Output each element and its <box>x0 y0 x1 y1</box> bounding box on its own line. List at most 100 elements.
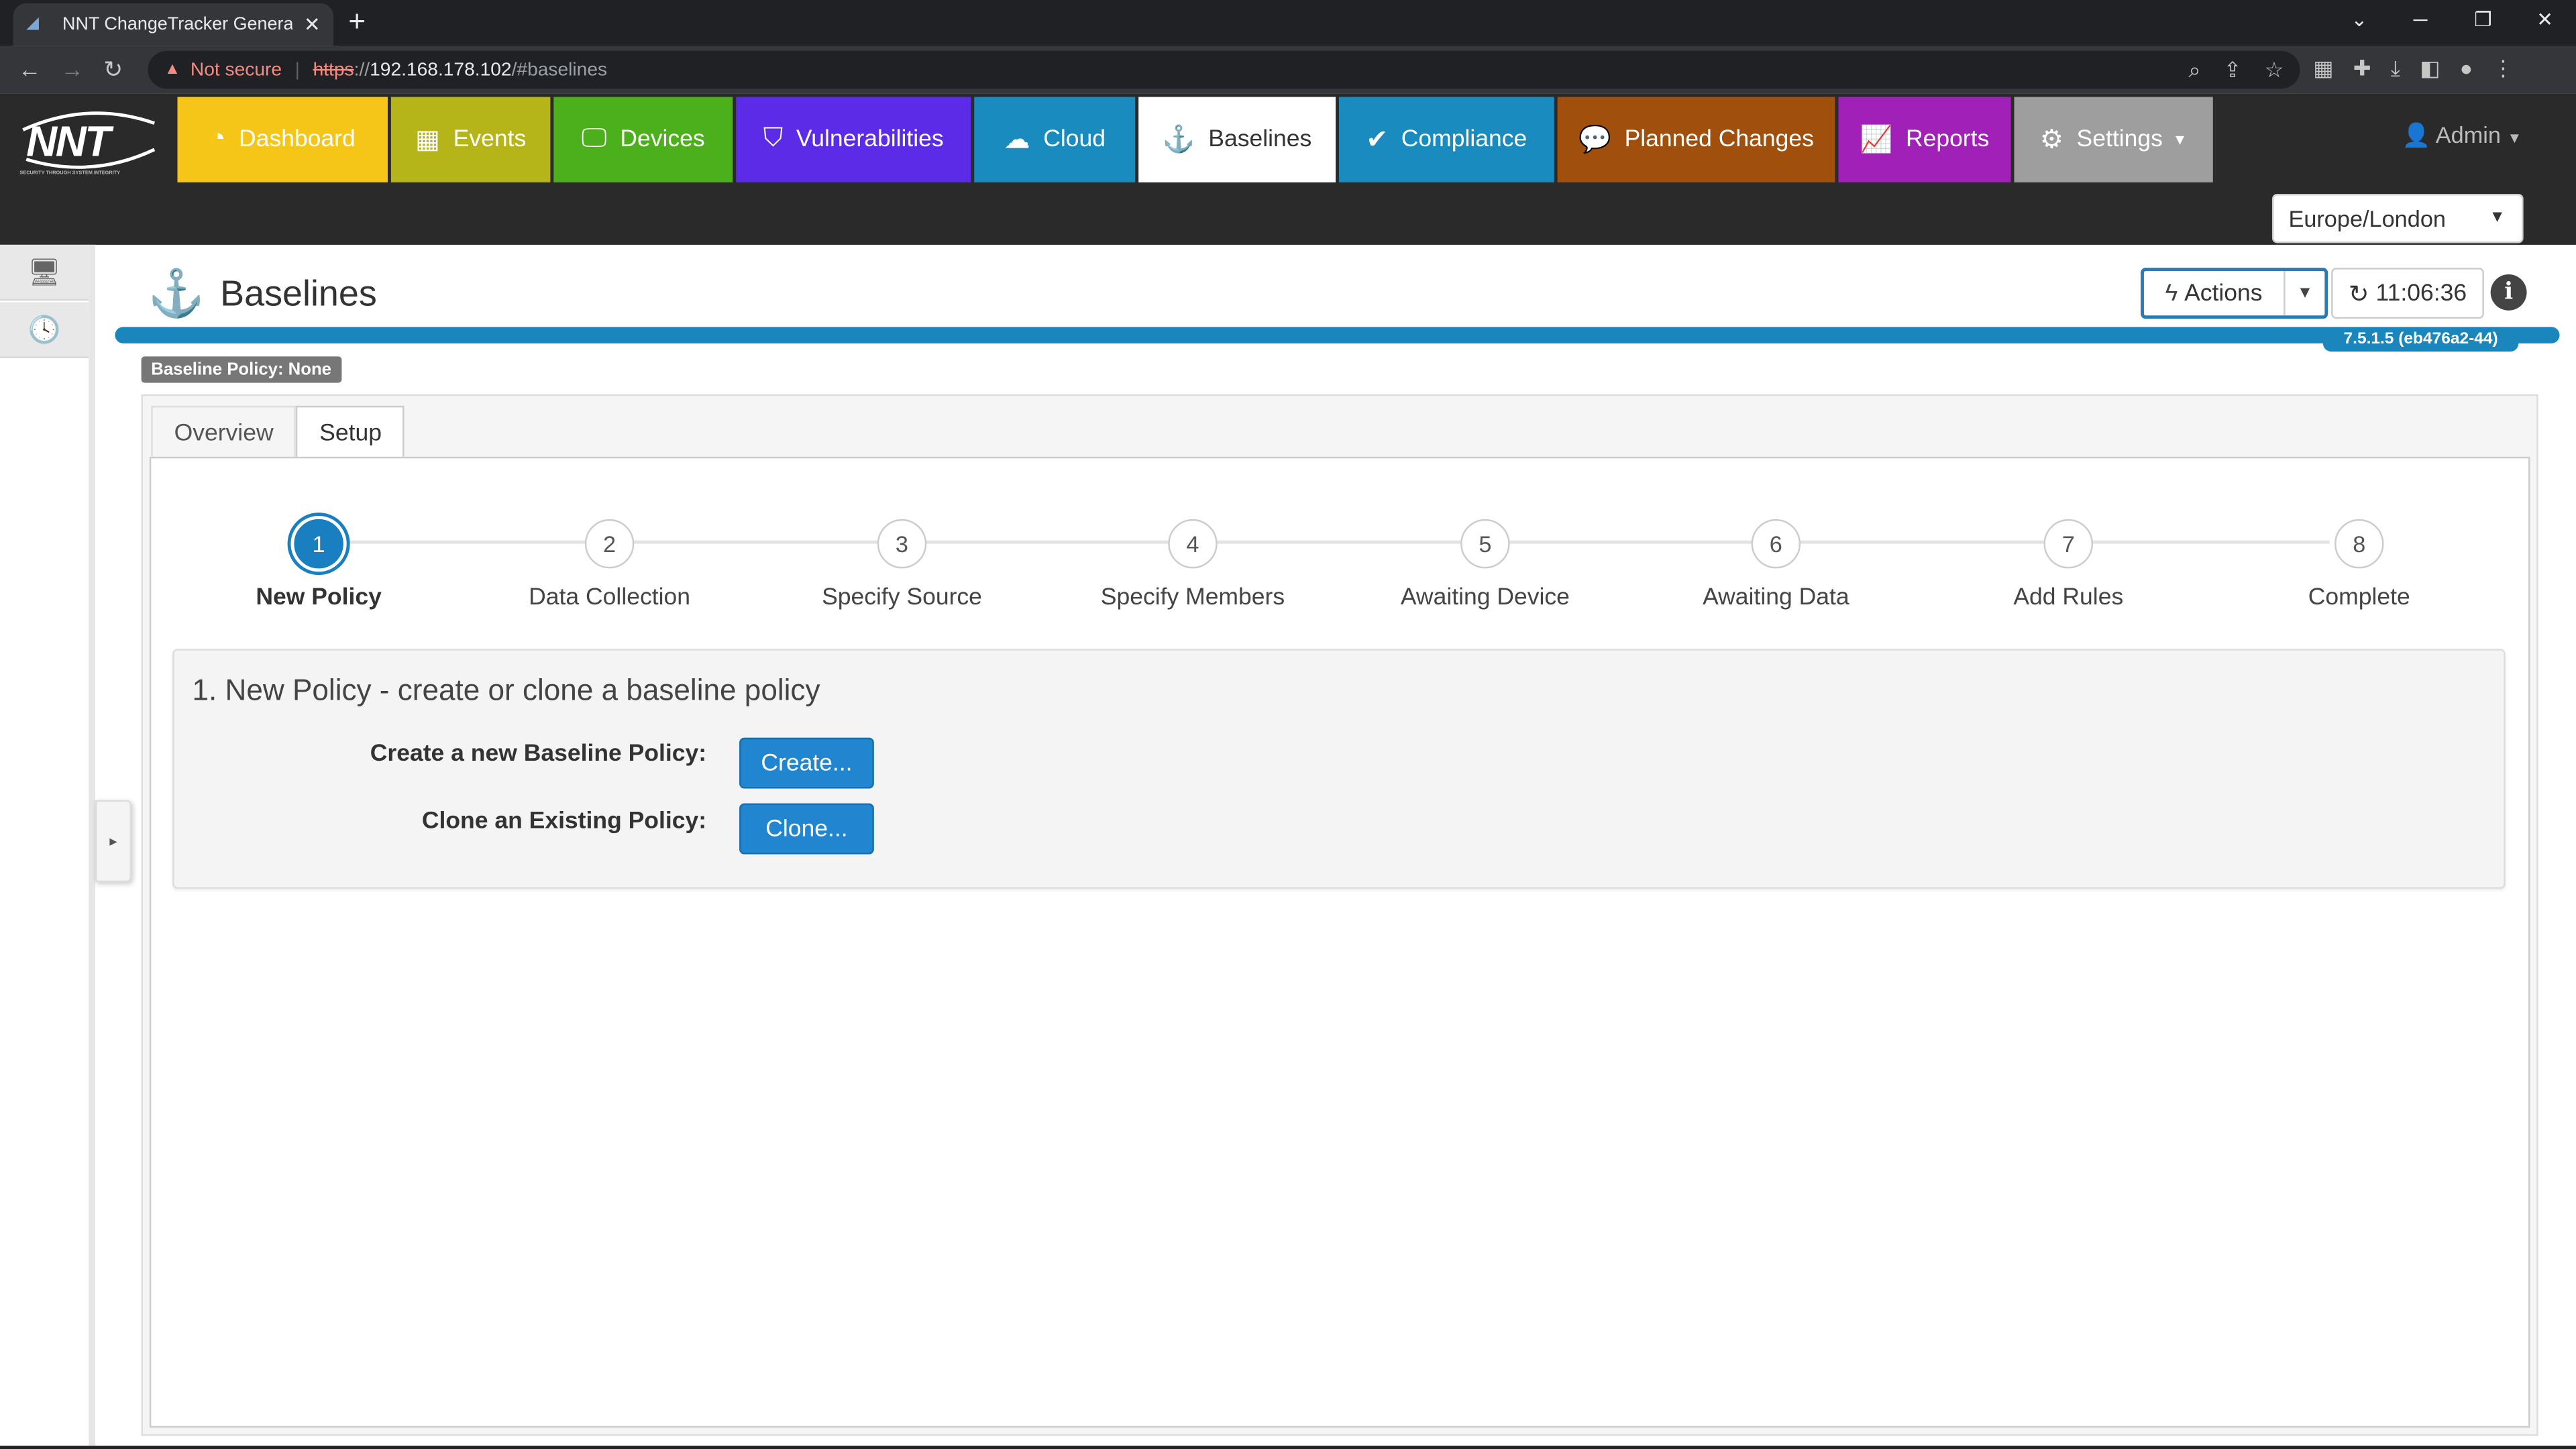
clock-icon: 🕓 <box>28 316 61 345</box>
step-label: Specify Members <box>1100 584 1285 612</box>
wizard-step-2[interactable]: 2 Data Collection <box>462 519 757 611</box>
speech-bubble-icon: 💬 <box>1578 126 1612 155</box>
wizard-step-8[interactable]: 8 Complete <box>2211 519 2507 611</box>
refresh-button[interactable]: ↻ 11:06:36 <box>2331 268 2484 319</box>
version-label: 7.5.1.5 (eb476a2-44) <box>2322 328 2519 352</box>
wizard-step-6[interactable]: 6 Awaiting Data <box>1628 519 1924 611</box>
left-sidebar: 🖥 🕓 <box>0 244 96 1449</box>
refresh-time: 11:06:36 <box>2375 280 2467 307</box>
nav-devices[interactable]: 🖵 Devices <box>553 97 733 182</box>
window-bottom-border <box>0 1446 2576 1449</box>
nav-label: Vulnerabilities <box>796 126 944 153</box>
nav-planned-changes[interactable]: 💬 Planned Changes <box>1557 97 1835 182</box>
anchor-icon: ⚓ <box>148 268 205 319</box>
create-button[interactable]: Create... <box>739 737 874 789</box>
dashboard-icon: ◔ <box>209 125 226 153</box>
monitor-icon: 🖥 <box>28 258 61 287</box>
logo-tagline: SECURITY THROUGH SYSTEM INTEGRITY <box>19 169 121 176</box>
step-label: Data Collection <box>529 584 690 612</box>
cloud-icon: ☁ <box>1004 126 1030 155</box>
step-label: Add Rules <box>2013 584 2124 612</box>
wizard-step-3[interactable]: 3 Specify Source <box>754 519 1050 611</box>
wizard-step-4[interactable]: 4 Specify Members <box>1045 519 1341 611</box>
nav-compliance[interactable]: ✔ Compliance <box>1338 97 1554 182</box>
wizard-step-1[interactable]: 1 New Policy <box>171 515 467 612</box>
app-header: NNT SECURITY THROUGH SYSTEM INTEGRITY ◔ D… <box>0 93 2576 245</box>
nav-vulnerabilities[interactable]: ⛉ Vulnerabilities <box>736 97 971 182</box>
extensions-icon[interactable]: ✚ <box>2353 56 2371 82</box>
nav-dashboard[interactable]: ◔ Dashboard <box>177 97 388 182</box>
step-label: Awaiting Data <box>1703 584 1849 612</box>
zoom-icon[interactable]: ⌕ <box>2188 58 2200 84</box>
nav-label: Reports <box>1905 126 1990 153</box>
tab-search-icon[interactable]: ⌄ <box>2351 8 2368 31</box>
check-icon: ✔ <box>1366 126 1389 155</box>
wizard-step-7[interactable]: 7 Add Rules <box>1921 519 2216 611</box>
tab-setup[interactable]: Setup <box>296 405 405 460</box>
tab-overview[interactable]: Overview <box>151 405 297 459</box>
url-path: /#baselines <box>511 60 608 80</box>
user-menu[interactable]: 👤 Admin ▼ <box>2402 121 2522 150</box>
minimize-icon[interactable]: ─ <box>2414 8 2428 31</box>
browser-tab[interactable]: ◢ NNT ChangeTracker Generation ✕ <box>13 3 334 46</box>
sidebar-expand-handle[interactable]: ▶ <box>95 800 131 883</box>
download-icon[interactable]: ⤓ <box>2391 56 2400 82</box>
nav-label: Settings <box>2076 126 2163 153</box>
restore-icon[interactable]: ❐ <box>2474 8 2491 31</box>
share-icon[interactable]: ⇪ <box>2224 58 2242 84</box>
chevron-down-icon: ▼ <box>2172 131 2188 148</box>
timezone-select[interactable]: Europe/London ▼ <box>2271 193 2524 244</box>
nav-label: Planned Changes <box>1624 126 1814 153</box>
page-tabs: Overview Setup <box>151 405 405 460</box>
side-panel-icon[interactable]: ◧ <box>2420 56 2440 82</box>
nav-reports[interactable]: 📈 Reports <box>1838 97 2011 182</box>
qr-code-icon[interactable]: ▦ <box>2313 56 2333 82</box>
create-policy-label: Create a new Baseline Policy: <box>370 741 707 767</box>
wizard-step-5[interactable]: 5 Awaiting Device <box>1337 519 1633 611</box>
clone-button[interactable]: Clone... <box>739 803 874 855</box>
app-root: ◢ NNT ChangeTracker Generation ✕ + ⌄ ─ ❐… <box>0 0 2576 1449</box>
step-label: New Policy <box>256 584 382 612</box>
not-secure-label[interactable]: Not secure <box>191 60 282 79</box>
step-number: 7 <box>2043 519 2094 569</box>
actions-label: Actions <box>2184 280 2263 307</box>
bookmark-star-icon[interactable]: ☆ <box>2265 58 2284 84</box>
baseline-policy-badge: Baseline Policy: None <box>141 356 341 383</box>
nnt-logo[interactable]: NNT SECURITY THROUGH SYSTEM INTEGRITY <box>16 107 161 176</box>
nav-baselines[interactable]: ⚓ Baselines <box>1138 97 1336 182</box>
browser-toolbar: ← → ↻ ▲ Not secure | https://192.168.178… <box>0 46 2576 94</box>
favicon-icon: ◢ <box>26 15 40 33</box>
forward-icon[interactable]: → <box>61 56 84 82</box>
step-number: 2 <box>584 519 635 569</box>
close-tab-icon[interactable]: ✕ <box>304 13 321 36</box>
info-icon[interactable]: i <box>2490 274 2527 311</box>
actions-dropdown-toggle[interactable]: ▼ <box>2286 271 2325 315</box>
nav-events[interactable]: ▦ Events <box>390 97 551 182</box>
nav-settings[interactable]: ⚙ Settings ▼ <box>2014 97 2213 182</box>
anchor-icon: ⚓ <box>1162 126 1195 155</box>
step-heading: 1. New Policy - create or clone a baseli… <box>192 674 820 707</box>
url-scheme: https <box>313 60 354 80</box>
window-close-icon[interactable]: ✕ <box>2536 8 2553 31</box>
browser-tab-strip: ◢ NNT ChangeTracker Generation ✕ + ⌄ ─ ❐… <box>0 0 2576 46</box>
sidebar-devices-button[interactable]: 🖥 <box>0 244 89 301</box>
step-label: Complete <box>2308 584 2410 612</box>
clone-policy-label: Clone an Existing Policy: <box>421 808 707 835</box>
actions-button[interactable]: ϟ Actions <box>2144 271 2286 316</box>
logo-swoosh-icon: NNT <box>22 111 156 169</box>
step-number: 3 <box>877 519 927 569</box>
timezone-value: Europe/London <box>2288 205 2446 232</box>
step-number: 4 <box>1168 519 1218 569</box>
step-number: 1 <box>290 515 347 572</box>
back-icon[interactable]: ← <box>18 56 41 82</box>
profile-icon[interactable]: ● <box>2460 56 2473 82</box>
sidebar-history-button[interactable]: 🕓 <box>0 302 89 358</box>
step-number: 6 <box>1751 519 1801 569</box>
new-tab-button[interactable]: + <box>348 7 366 36</box>
nav-label: Events <box>453 126 527 153</box>
nav-cloud[interactable]: ☁ Cloud <box>974 97 1136 182</box>
browser-menu-icon[interactable]: ⋮ <box>2492 56 2514 82</box>
nav-label: Dashboard <box>238 126 356 153</box>
address-bar[interactable]: ▲ Not secure | https://192.168.178.102/#… <box>148 50 2300 89</box>
reload-icon[interactable]: ↻ <box>103 56 123 82</box>
